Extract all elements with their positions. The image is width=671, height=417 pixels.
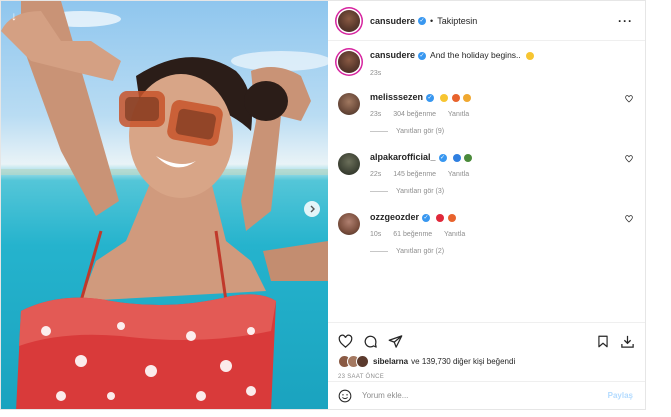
view-replies-label[interactable]: Yanıtları gör (2) [396, 248, 444, 255]
photo-scene [1, 1, 328, 409]
more-options-icon[interactable]: ··· [618, 14, 633, 28]
send-icon [388, 334, 403, 348]
star-struck-emoji-icon [440, 93, 449, 102]
comment-username[interactable]: alpakarofficial_ [370, 152, 436, 162]
view-replies[interactable]: Yanıtları gör (2) [370, 248, 633, 255]
post-comment-button[interactable]: Paylaş [608, 391, 633, 400]
download-icon[interactable]: ↓ [7, 9, 21, 23]
add-comment-bar: Paylaş [328, 381, 645, 409]
following-label[interactable]: Takiptesin [437, 16, 477, 26]
liker-username[interactable]: sibelarna [373, 357, 408, 366]
comment-item: ozzgeozder ✓ 10s 61 beğenme Yanıtla [338, 211, 633, 238]
comment-time: 10s [370, 231, 382, 238]
verified-badge-icon: ✓ [418, 16, 427, 25]
comment-likes[interactable]: 145 beğenme [393, 171, 436, 178]
heart-icon[interactable] [625, 155, 633, 163]
bookmark-icon [598, 335, 608, 347]
verified-badge-icon: ✓ [426, 93, 435, 102]
red-heart-emoji-icon [436, 213, 445, 222]
action-bar [338, 329, 635, 353]
avatar[interactable] [338, 213, 360, 235]
next-photo-button[interactable] [304, 201, 320, 217]
comment-input[interactable] [360, 390, 608, 401]
avatar[interactable] [338, 153, 360, 175]
share-button[interactable] [388, 334, 403, 349]
view-replies-label[interactable]: Yanıtları gör (3) [396, 188, 444, 195]
blue-heart-emoji-icon [452, 153, 461, 162]
post-header: cansudere ✓ • Takiptesin ··· [328, 1, 645, 41]
smile-icon[interactable] [338, 389, 352, 403]
heart-icon [338, 334, 353, 348]
replies-divider [370, 191, 388, 192]
reply-button[interactable]: Yanıtla [448, 171, 469, 178]
reply-button[interactable]: Yanıtla [444, 231, 465, 238]
comment-time: 22s [370, 171, 382, 178]
turtle-emoji-icon [464, 153, 473, 162]
fire-emoji-icon [451, 93, 460, 102]
comments-list: cansudere ✓ And the holiday begins.. 23s m… [328, 41, 645, 322]
liker-avatars [338, 355, 369, 368]
download-button[interactable] [620, 334, 635, 349]
comment-icon [364, 335, 377, 348]
view-replies[interactable]: Yanıtları gör (9) [370, 128, 633, 135]
comment-button[interactable] [363, 334, 378, 349]
separator-dot: • [430, 15, 434, 26]
comment-username[interactable]: ozzgeozder [370, 212, 419, 222]
verified-badge-icon: ✓ [438, 153, 447, 162]
post-side-panel: cansudere ✓ • Takiptesin ··· cansudere ✓ A… [328, 1, 645, 409]
post-photo[interactable]: ↓ [1, 1, 328, 409]
caption-username[interactable]: cansudere [370, 50, 415, 60]
heart-eyes-emoji-icon [463, 93, 472, 102]
replies-divider [370, 131, 388, 132]
likes-summary[interactable]: sibelarna ve 139,730 diğer kişi beğendi [338, 355, 635, 368]
instagram-post: ↓ cansudere ✓ • Takiptesin ··· cansudere… [0, 0, 646, 410]
view-replies-label[interactable]: Yanıtları gör (9) [396, 128, 444, 135]
comment-item: melisssezen ✓ 23s 304 beğenme Yanıtla [338, 91, 633, 118]
heart-icon[interactable] [625, 95, 633, 103]
post-time: 23 SAAT ÖNCE [338, 374, 385, 380]
comment-item: alpakarofficial_ ✓ 22s 145 beğenme Yanıtl… [338, 151, 633, 178]
verified-badge-icon: ✓ [422, 213, 431, 222]
avatar[interactable] [338, 9, 360, 32]
caption-time: 23s [370, 70, 382, 77]
view-replies[interactable]: Yanıtları gör (3) [370, 188, 633, 195]
replies-divider [370, 251, 388, 252]
reply-button[interactable]: Yanıtla [448, 111, 469, 118]
fire-emoji-icon [447, 213, 456, 222]
avatar[interactable] [338, 93, 360, 115]
comment-username[interactable]: melisssezen [370, 92, 423, 102]
download-icon [621, 335, 634, 348]
comment-likes[interactable]: 61 beğenme [393, 231, 432, 238]
comment-time: 23s [370, 111, 382, 118]
like-button[interactable] [338, 334, 353, 349]
avatar[interactable] [338, 51, 360, 73]
comment-likes[interactable]: 304 beğenme [393, 111, 436, 118]
sun-emoji-icon [526, 51, 535, 60]
likes-count[interactable]: ve 139,730 diğer kişi beğendi [411, 357, 515, 366]
caption-text: And the holiday begins.. [430, 50, 521, 60]
heart-icon[interactable] [625, 215, 633, 223]
save-button[interactable] [596, 334, 610, 349]
verified-badge-icon: ✓ [418, 51, 427, 60]
caption: cansudere ✓ And the holiday begins.. 23s [338, 49, 633, 77]
header-username[interactable]: cansudere [370, 16, 415, 26]
chevron-right-icon [310, 205, 315, 213]
